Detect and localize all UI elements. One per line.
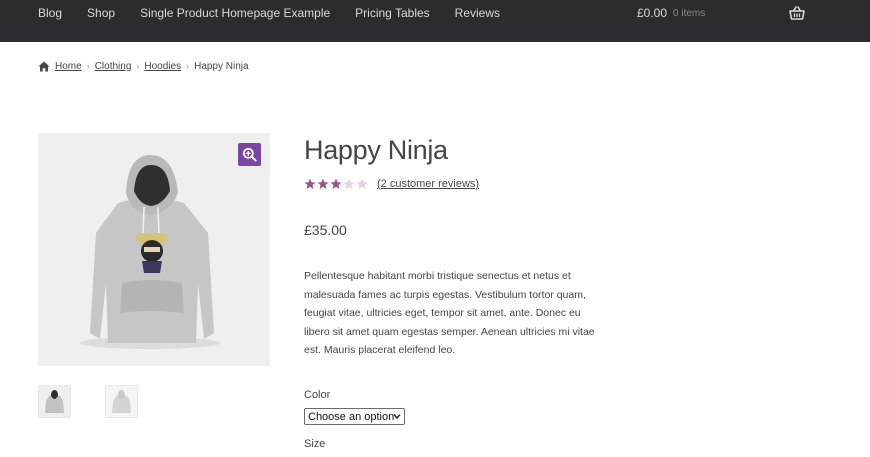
breadcrumb-hoodies[interactable]: Hoodies	[144, 61, 181, 72]
nav-single-product-homepage-example[interactable]: Single Product Homepage Example	[140, 6, 330, 20]
product-description: Pellentesque habitant morbi tristique se…	[304, 270, 595, 356]
thumbnail-1[interactable]	[38, 385, 71, 418]
nav-shop[interactable]: Shop	[87, 6, 115, 20]
star-empty-icon	[356, 178, 368, 189]
star-filled-icon	[304, 178, 316, 189]
product-rating: (2 customer reviews)	[304, 176, 479, 192]
magnifier-icon	[242, 147, 257, 162]
hoodie-back-thumbnail	[112, 390, 131, 413]
nav-reviews[interactable]: Reviews	[455, 6, 500, 20]
product-main-image[interactable]	[38, 133, 270, 366]
basket-icon[interactable]	[789, 6, 805, 20]
site-header: Blog Shop Single Product Homepage Exampl…	[0, 0, 870, 42]
nav-blog[interactable]: Blog	[38, 6, 62, 20]
star-filled-icon	[317, 178, 329, 189]
breadcrumb-home[interactable]: Home	[55, 61, 82, 72]
breadcrumb-current: Happy Ninja	[194, 60, 249, 72]
chevron-down-icon	[393, 414, 401, 420]
nav-pricing-tables[interactable]: Pricing Tables	[355, 6, 429, 20]
cart-total: £0.00	[637, 6, 668, 20]
color-select-value: Choose an option	[308, 410, 395, 423]
product-price: £35.00	[304, 222, 347, 238]
hoodie-thumbnail	[45, 390, 64, 413]
hoodie-image	[80, 155, 220, 349]
primary-navigation: Blog Shop Single Product Homepage Exampl…	[38, 0, 525, 26]
color-select[interactable]: Choose an option	[304, 408, 405, 425]
star-empty-icon	[343, 178, 355, 189]
thumbnail-2[interactable]	[105, 385, 138, 418]
star-filled-icon	[330, 178, 342, 189]
zoom-button[interactable]	[238, 143, 261, 166]
star-rating	[304, 178, 369, 190]
breadcrumb-separator: ›	[136, 61, 140, 71]
home-icon	[38, 61, 50, 71]
breadcrumb-separator: ›	[186, 61, 190, 71]
cart-count: 0 items	[673, 7, 706, 19]
breadcrumb-clothing[interactable]: Clothing	[95, 61, 132, 72]
breadcrumb: Home › Clothing › Hoodies › Happy Ninja	[38, 59, 249, 73]
header-cart[interactable]: £0.00 0 items	[637, 0, 807, 26]
color-label: Color	[304, 389, 331, 401]
product-title: Happy Ninja	[304, 135, 448, 165]
customer-reviews-link[interactable]: (2 customer reviews)	[377, 178, 479, 190]
size-label: Size	[304, 438, 326, 450]
breadcrumb-separator: ›	[86, 61, 90, 71]
